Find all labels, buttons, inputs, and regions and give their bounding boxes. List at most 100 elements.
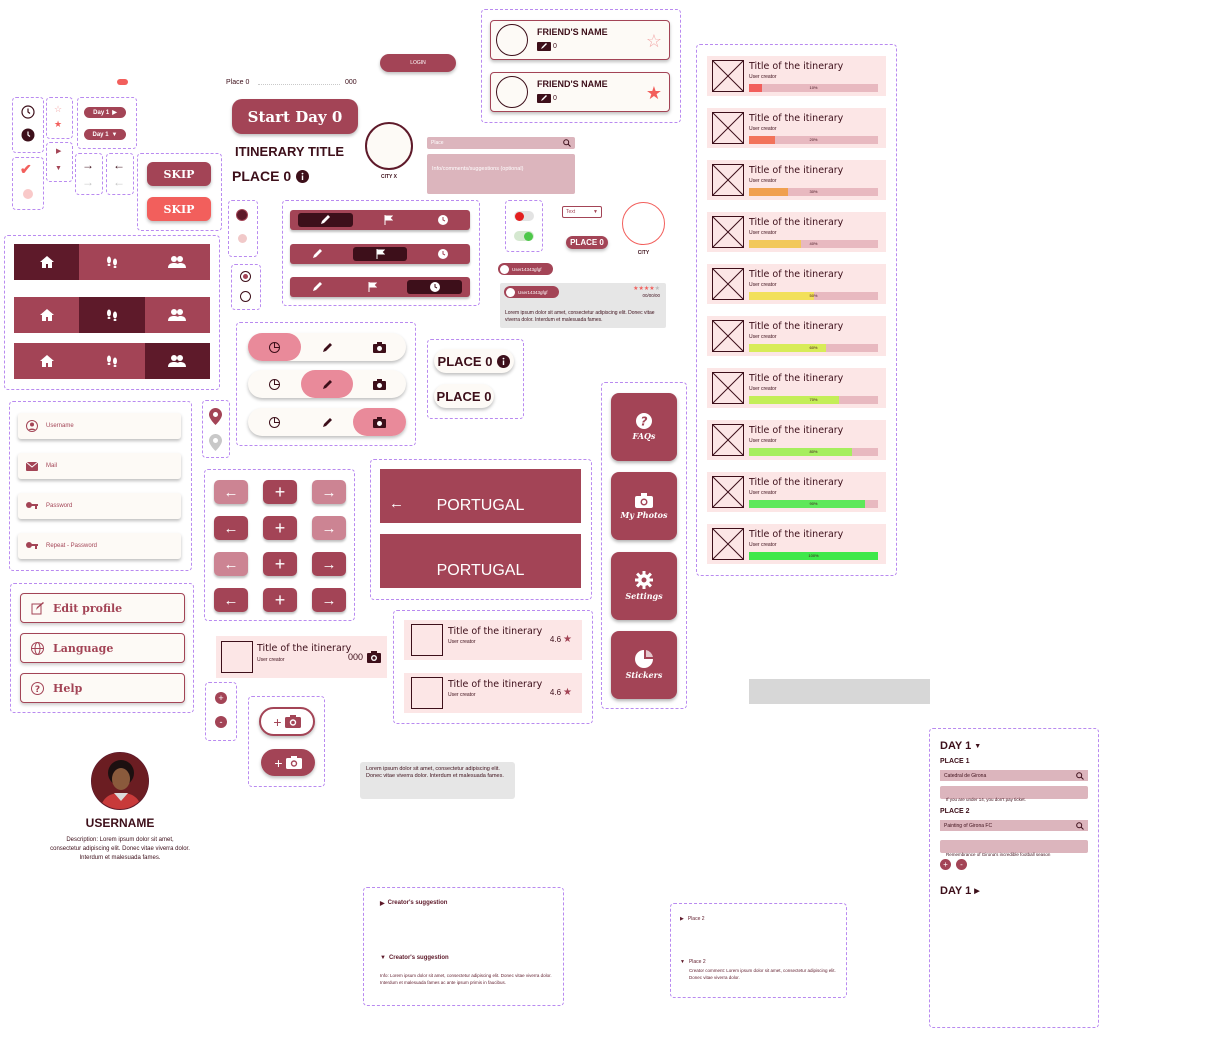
add-photo-button-filled[interactable]: + <box>261 749 315 776</box>
friend-card[interactable]: FRIEND'S NAME 0 ☆ <box>490 20 670 60</box>
arrow-right-icon[interactable]: → <box>82 158 94 172</box>
itinerary-photo-row[interactable]: Title of the itinerary User creator 000 <box>216 636 387 678</box>
password-field[interactable]: Password <box>18 493 181 519</box>
start-day-button[interactable]: Start Day 0 <box>232 99 358 134</box>
toolbar-clock-button[interactable] <box>415 244 470 264</box>
place-expanded[interactable]: ▼ Place 2 <box>680 959 706 965</box>
itinerary-progress-card[interactable]: Title of the itinerary User creator 40% <box>707 212 886 252</box>
add-place-button[interactable]: + <box>940 859 951 870</box>
itinerary-progress-card[interactable]: Title of the itinerary User creator 50% <box>707 264 886 304</box>
nav-steps-button[interactable] <box>79 244 144 280</box>
pencil-button[interactable] <box>300 370 354 398</box>
day-header-collapsed[interactable]: DAY 1 ▶ <box>940 885 980 897</box>
add-button[interactable]: + <box>263 516 297 540</box>
add-button[interactable]: + <box>263 552 297 576</box>
itinerary-progress-card[interactable]: Title of the itinerary User creator 70% <box>707 368 886 408</box>
itinerary-progress-card[interactable]: Title of the itinerary User creator 10% <box>707 56 886 96</box>
place-tag-info[interactable]: PLACE 0 <box>434 349 514 373</box>
itinerary-progress-card[interactable]: Title of the itinerary User creator 20% <box>707 108 886 148</box>
repeat-password-field[interactable]: Repeat - Password <box>18 533 181 559</box>
star-outline-icon[interactable]: ☆ <box>646 31 662 52</box>
back-button[interactable]: ← <box>214 516 248 540</box>
settings-button[interactable]: Settings <box>611 552 677 620</box>
radio-unselected-outline[interactable] <box>240 291 251 302</box>
clock-filled-icon[interactable] <box>21 128 35 142</box>
toolbar-clock-button[interactable] <box>415 210 470 230</box>
nav-steps-button[interactable] <box>79 343 144 379</box>
info-icon[interactable] <box>296 169 310 183</box>
forward-button[interactable]: → <box>312 588 346 612</box>
username-field[interactable]: Username <box>18 413 181 439</box>
location-pin-icon[interactable] <box>209 408 222 425</box>
stickers-button[interactable]: Stickers <box>611 631 677 699</box>
toggle-on[interactable] <box>514 231 534 241</box>
toolbar-flag-button[interactable] <box>361 210 416 230</box>
place1-input[interactable]: Catedral de Girona <box>940 770 1088 781</box>
user-chip[interactable]: User14343gfgf <box>498 263 553 275</box>
small-plus-button[interactable]: + <box>215 692 227 704</box>
skip-button[interactable]: SKIP <box>147 162 211 186</box>
nav-friends-button[interactable] <box>145 297 210 333</box>
language-button[interactable]: Language <box>20 633 185 663</box>
pencil-button[interactable] <box>301 408 354 436</box>
city-x-circle[interactable] <box>365 122 413 170</box>
rated-itinerary-card[interactable]: Title of the itinerary User creator 4.6 ★ <box>404 673 582 713</box>
sticker-button[interactable] <box>248 333 301 361</box>
star-filled-icon[interactable]: ★ <box>646 83 662 104</box>
nav-friends-button[interactable] <box>144 343 210 379</box>
toggle-off[interactable] <box>514 211 534 221</box>
toolbar-edit-button[interactable] <box>290 277 345 297</box>
my-photos-button[interactable]: My Photos <box>611 472 677 540</box>
itinerary-progress-card[interactable]: Title of the itinerary User creator 90% <box>707 472 886 512</box>
help-button[interactable]: ? Help <box>20 673 185 703</box>
toolbar-flag-button[interactable] <box>352 247 408 261</box>
camera-button[interactable] <box>353 370 406 398</box>
star-filled-icon[interactable]: ★ <box>54 119 62 130</box>
radio-selected-outline[interactable] <box>240 271 251 282</box>
day-dropdown-collapsed[interactable]: Day 1 ▶ <box>84 107 126 118</box>
day-header-expanded[interactable]: DAY 1 ▼ <box>940 740 981 752</box>
sticker-button[interactable] <box>248 370 301 398</box>
nav-friends-button[interactable] <box>145 244 210 280</box>
star-outline-icon[interactable]: ☆ <box>54 104 62 115</box>
mail-field[interactable]: Mail <box>18 453 181 479</box>
edit-profile-button[interactable]: Edit profile <box>20 593 185 623</box>
small-minus-button[interactable]: - <box>215 716 227 728</box>
add-button[interactable]: + <box>263 480 297 504</box>
itinerary-progress-card[interactable]: Title of the itinerary User creator 80% <box>707 420 886 460</box>
nav-home-button[interactable] <box>14 343 79 379</box>
day-dropdown-expanded[interactable]: Day 1 ▼ <box>84 129 126 140</box>
remove-place-button[interactable]: - <box>956 859 967 870</box>
faqs-button[interactable]: ? FAQs <box>611 393 677 461</box>
arrow-left-icon[interactable]: ← <box>113 158 125 172</box>
nav-home-button[interactable] <box>14 244 80 280</box>
camera-button[interactable] <box>353 408 407 436</box>
place2-note[interactable]: Remembrance of Girona's incredible footb… <box>940 840 1088 857</box>
back-button[interactable]: ← <box>214 588 248 612</box>
itinerary-progress-card[interactable]: Title of the itinerary User creator 100% <box>707 524 886 564</box>
camera-button[interactable] <box>353 333 406 361</box>
toolbar-edit-button[interactable] <box>290 244 345 264</box>
itinerary-progress-card[interactable]: Title of the itinerary User creator 60% <box>707 316 886 356</box>
add-photo-button-outline[interactable]: + <box>259 707 315 736</box>
creator-suggestion-collapsed[interactable]: ▶ Creator's suggestion <box>380 900 447 907</box>
toolbar-edit-button[interactable] <box>298 213 353 227</box>
clock-outline-icon[interactable] <box>21 105 35 119</box>
radio-selected[interactable] <box>236 209 248 221</box>
place-search-input[interactable]: Place <box>427 137 575 149</box>
place1-note[interactable]: If you are under 14, you don't pay ticke… <box>940 786 1088 802</box>
caret-down-icon[interactable]: ▼ <box>55 165 62 172</box>
pencil-button[interactable] <box>301 333 354 361</box>
place2-input[interactable]: Painting of Girona FC <box>940 820 1088 831</box>
place-chip[interactable]: PLACE 0 <box>566 236 608 249</box>
login-button[interactable]: LOGIN <box>380 54 456 72</box>
place-collapsed[interactable]: ▶ Place 2 <box>680 916 705 922</box>
itinerary-progress-card[interactable]: Title of the itinerary User creator 30% <box>707 160 886 200</box>
caret-right-icon[interactable]: ▶ <box>56 147 61 155</box>
nav-home-button[interactable] <box>14 297 79 333</box>
toolbar-clock-button[interactable] <box>407 280 463 294</box>
creator-suggestion-expanded[interactable]: ▼ Creator's suggestion <box>380 955 449 961</box>
friend-card[interactable]: FRIEND'S NAME 0 ★ <box>490 72 670 112</box>
nav-steps-button[interactable] <box>79 297 145 333</box>
info-comments-textarea[interactable]: Info/comments/suggestions (optional) <box>427 154 575 194</box>
